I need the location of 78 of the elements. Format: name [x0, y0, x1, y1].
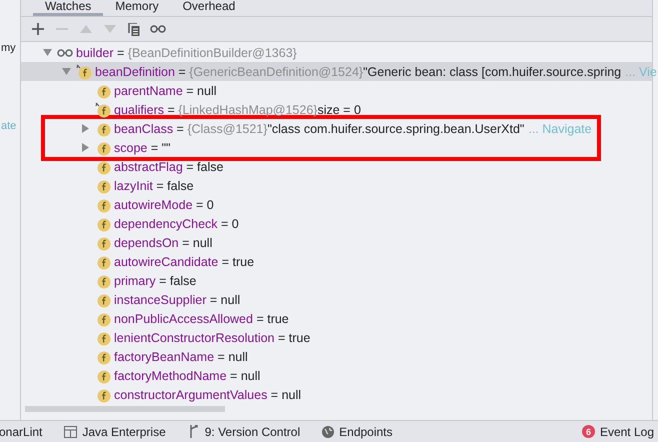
copy-icon — [128, 22, 140, 36]
tree-row[interactable]: autowireCandidate = true — [21, 252, 652, 271]
field-icon — [95, 330, 111, 346]
collapsed-arrow-icon[interactable] — [81, 143, 90, 152]
field-icon — [95, 102, 111, 118]
field-icon — [95, 386, 111, 402]
tree-row[interactable]: nonPublicAccessAllowed = true — [21, 309, 652, 328]
down-icon — [104, 25, 116, 33]
tree-row[interactable]: autowireMode = 0 — [21, 195, 652, 214]
panel-text: ate — [1, 120, 18, 132]
table-icon — [64, 426, 78, 438]
tree-row[interactable]: lazyInit = false — [21, 176, 652, 195]
tree-row[interactable]: primary = false — [21, 271, 652, 290]
variable-text: factoryBeanName = null — [114, 350, 248, 364]
tree-row[interactable]: constructorArgumentValues = null — [21, 385, 652, 404]
variable-text: primary = false — [114, 274, 196, 288]
globe-icon — [322, 426, 334, 438]
variable-text: autowireCandidate = true — [114, 254, 254, 268]
tool-window-label[interactable]: Java Enterprise — [82, 424, 166, 438]
variable-text: constructorArgumentValues = null — [114, 388, 302, 402]
field-icon — [95, 140, 111, 156]
field-icon — [95, 158, 111, 174]
tree-row[interactable]: instanceSupplier = null — [21, 290, 652, 309]
field-icon — [95, 234, 111, 250]
variable-text: nonPublicAccessAllowed = true — [114, 312, 289, 326]
tree-row[interactable]: factoryBeanName = null — [21, 347, 652, 366]
field-icon — [95, 196, 111, 212]
glasses-icon — [57, 48, 73, 56]
tool-window-label[interactable]: Event Log — [600, 424, 654, 438]
field-icon — [76, 64, 92, 80]
variable-text: instanceSupplier = null — [114, 292, 240, 306]
tab[interactable]: Memory — [103, 0, 171, 16]
field-icon — [95, 368, 111, 384]
field-icon — [95, 292, 111, 308]
tree-row[interactable]: qualifiers = {LinkedHashMap@1526}size = 0 — [21, 100, 652, 119]
field-icon — [95, 120, 111, 136]
panel-text: my — [1, 42, 17, 54]
variable-text: builder = {BeanDefinitionBuilder@1363} — [76, 46, 297, 60]
field-icon — [95, 178, 111, 194]
tree-row[interactable]: scope = "" — [21, 138, 597, 157]
variable-text: abstractFlag = false — [114, 160, 224, 174]
branch-icon — [188, 425, 200, 438]
variable-text: lenientConstructorResolution = true — [114, 330, 310, 344]
field-icon — [95, 310, 111, 326]
field-icon — [95, 254, 111, 270]
variable-text: beanClass = {Class@1521}"class com.huifer.source.spring.bean.UserXtd" — [114, 122, 524, 136]
variable-text: dependsOn = null — [114, 236, 212, 250]
add-icon — [32, 23, 44, 35]
field-icon — [95, 82, 111, 98]
glasses-icon — [150, 25, 166, 33]
field-icon — [95, 272, 111, 288]
up-icon — [80, 25, 92, 33]
field-icon — [95, 348, 111, 364]
count-badge: 6 — [582, 425, 595, 438]
variable-text: dependencyCheck = 0 — [114, 216, 239, 230]
variable-text: factoryMethodName = null — [114, 368, 260, 382]
collapsed-arrow-icon[interactable] — [81, 124, 90, 133]
tree-row[interactable]: lenientConstructorResolution = true — [21, 328, 652, 347]
variable-text: lazyInit = false — [114, 178, 194, 192]
expanded-arrow-icon[interactable] — [43, 48, 52, 57]
tree-row[interactable]: factoryMethodName = null — [21, 366, 652, 385]
tool-window-label[interactable]: Endpoints — [339, 424, 393, 438]
field-icon — [95, 216, 111, 232]
variable-text: qualifiers = {LinkedHashMap@1526}size = 0 — [114, 102, 361, 116]
tree-row[interactable]: dependsOn = null — [21, 233, 652, 252]
tree-row[interactable]: builder = {BeanDefinitionBuilder@1363} — [21, 43, 652, 62]
tree-row[interactable]: dependencyCheck = 0 — [21, 214, 652, 233]
scrollbar-thumb[interactable] — [25, 406, 225, 412]
tool-window-label[interactable]: 9: Version Control — [204, 424, 300, 438]
expanded-arrow-icon[interactable] — [62, 67, 71, 76]
variable-text: parentName = null — [114, 84, 217, 98]
variable-text: beanDefinition = {GenericBeanDefinition@1524}"Generic bean: class [com.huifer.source.spring — [95, 64, 622, 78]
tree-row[interactable]: parentName = null — [21, 81, 652, 100]
tab[interactable]: Overhead — [170, 0, 248, 16]
tree-row[interactable]: abstractFlag = false — [21, 157, 652, 176]
tree-row[interactable]: beanClass = {Class@1521}"class com.huifer.source.spring.bean.UserXtd" ... Navigate — [21, 119, 597, 138]
variable-text: autowireMode = 0 — [114, 198, 214, 212]
variable-text: scope = "" — [114, 140, 170, 154]
